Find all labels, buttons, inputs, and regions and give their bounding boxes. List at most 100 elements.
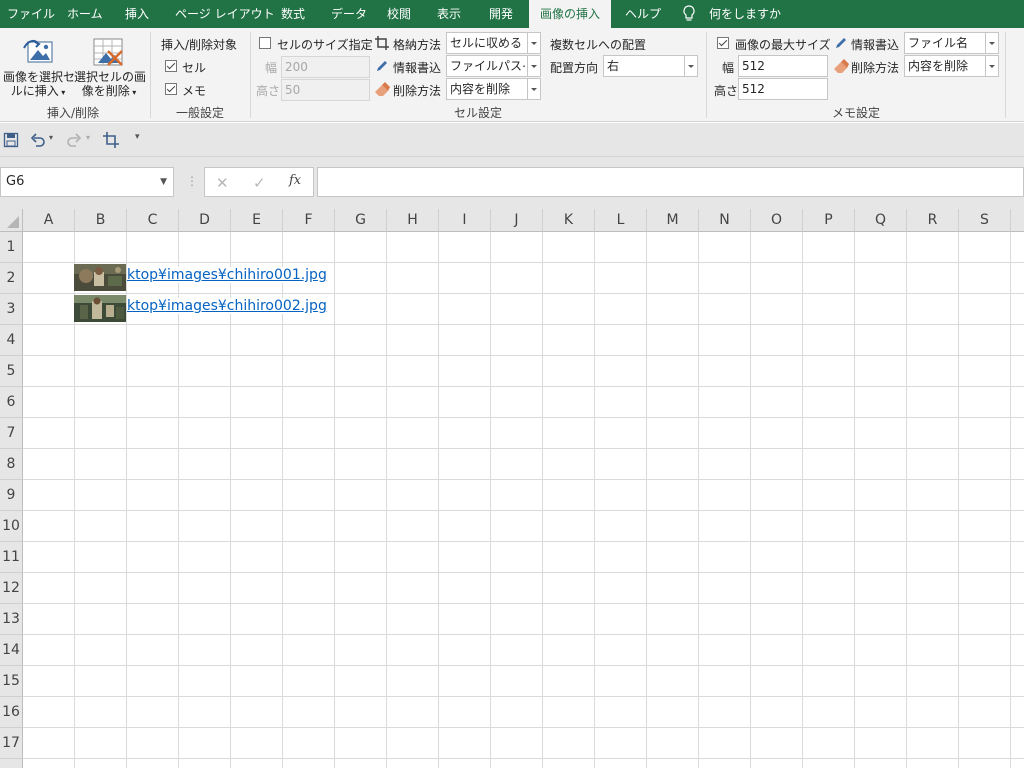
column-header[interactable]: L <box>595 209 647 232</box>
undo-icon[interactable] <box>30 132 46 148</box>
insert-image-button[interactable]: 画像を選択セ ルに挿入 ▾ <box>3 70 76 100</box>
cell-width-input[interactable]: 200 <box>281 56 370 78</box>
gridline <box>23 479 1024 480</box>
column-header[interactable]: E <box>231 209 283 232</box>
image-path-link[interactable]: ktop¥images¥chihiro002.jpg <box>127 298 327 314</box>
gridline <box>23 293 1024 294</box>
target-memo-checkbox[interactable] <box>165 83 177 95</box>
dropdown-arrow-icon <box>527 79 540 99</box>
image-thumbnail[interactable] <box>74 295 126 322</box>
column-header[interactable]: O <box>751 209 803 232</box>
crop-icon[interactable] <box>103 132 119 148</box>
tab-insert-image[interactable]: 画像の挿入 <box>529 0 611 28</box>
tab-developer[interactable]: 開発 <box>489 0 513 28</box>
tab-page-layout[interactable]: ページ レイアウト <box>175 0 275 28</box>
column-header[interactable]: K <box>543 209 595 232</box>
column-header[interactable]: S <box>959 209 1011 232</box>
name-box-dropdown-icon[interactable]: ▼ <box>160 168 167 196</box>
gridline <box>594 232 595 768</box>
name-box[interactable]: G6 ▼ <box>0 167 174 197</box>
insert-image-icon <box>22 36 56 68</box>
tell-me-search[interactable]: 何をしますか <box>709 0 781 28</box>
insert-function-icon[interactable]: fx <box>289 173 301 188</box>
eraser-icon <box>833 58 849 74</box>
tab-formulas[interactable]: 数式 <box>281 0 305 28</box>
row-header[interactable]: 9 <box>0 480 23 511</box>
row-header[interactable]: 7 <box>0 418 23 449</box>
column-header[interactable]: D <box>179 209 231 232</box>
column-header[interactable]: Q <box>855 209 907 232</box>
column-header[interactable]: B <box>75 209 127 232</box>
memo-delete-dropdown[interactable]: 内容を削除 <box>904 55 999 77</box>
column-header[interactable]: P <box>803 209 855 232</box>
cancel-icon[interactable]: ✕ <box>216 174 229 192</box>
delete-method-dropdown[interactable]: 内容を削除 <box>446 78 541 100</box>
row-header[interactable]: 15 <box>0 666 23 697</box>
gridline <box>23 448 1024 449</box>
worksheet-grid[interactable]: A B C D E F G H I J K L M N O P Q R S 1 … <box>0 209 1024 768</box>
column-header[interactable]: N <box>699 209 751 232</box>
tab-data[interactable]: データ <box>331 0 367 28</box>
image-path-link[interactable]: ktop¥images¥chihiro001.jpg <box>127 267 327 283</box>
row-header[interactable]: 14 <box>0 635 23 666</box>
column-header[interactable]: G <box>335 209 387 232</box>
column-header[interactable]: A <box>23 209 75 232</box>
gridline <box>23 634 1024 635</box>
image-thumbnail[interactable] <box>74 264 126 291</box>
quick-access-toolbar: ▾ ▾ ▾ <box>0 123 1024 157</box>
gridline <box>23 727 1024 728</box>
row-header[interactable]: 11 <box>0 542 23 573</box>
tab-help[interactable]: ヘルプ <box>625 0 661 28</box>
memo-width-input[interactable]: 512 <box>738 55 828 77</box>
target-cell-checkbox[interactable] <box>165 60 177 72</box>
row-header[interactable]: 13 <box>0 604 23 635</box>
column-header[interactable]: C <box>127 209 179 232</box>
row-header[interactable]: 17 <box>0 728 23 759</box>
undo-dropdown-icon[interactable]: ▾ <box>49 133 53 142</box>
row-header[interactable]: 4 <box>0 325 23 356</box>
column-header[interactable]: I <box>439 209 491 232</box>
select-all-corner[interactable] <box>0 209 23 232</box>
save-icon[interactable] <box>3 132 19 148</box>
memo-info-value: ファイル名 <box>908 36 969 50</box>
formula-bar-more-icon[interactable]: ⋮ <box>186 174 198 188</box>
redo-icon[interactable] <box>66 132 82 148</box>
memo-height-input[interactable]: 512 <box>738 78 828 100</box>
cell-size-checkbox[interactable] <box>259 37 271 49</box>
column-header[interactable]: J <box>491 209 543 232</box>
redo-dropdown-icon[interactable]: ▾ <box>86 133 90 142</box>
direction-dropdown[interactable]: 右 <box>603 55 698 77</box>
column-header[interactable]: M <box>647 209 699 232</box>
row-header[interactable]: 2 <box>0 263 23 294</box>
enter-icon[interactable]: ✓ <box>253 174 266 192</box>
tab-file[interactable]: ファイル <box>7 0 55 28</box>
row-header[interactable]: 1 <box>0 232 23 263</box>
column-header-partial <box>1011 209 1024 232</box>
cell-height-input[interactable]: 50 <box>281 79 370 101</box>
formula-input[interactable] <box>317 167 1024 197</box>
gridline <box>750 232 751 768</box>
tab-home[interactable]: ホーム <box>67 0 103 28</box>
insert-image-button-label-1: 画像を選択セ <box>3 70 76 84</box>
row-header[interactable]: 5 <box>0 356 23 387</box>
memo-info-dropdown[interactable]: ファイル名 <box>904 32 999 54</box>
column-header[interactable]: H <box>387 209 439 232</box>
delete-image-button[interactable]: 選択セルの画 像を削除 ▾ <box>74 70 146 100</box>
customize-qat-icon[interactable]: ▾ <box>135 132 140 142</box>
row-header[interactable]: 6 <box>0 387 23 418</box>
storage-dropdown[interactable]: セルに収める <box>446 32 541 54</box>
max-size-checkbox[interactable] <box>717 37 729 49</box>
row-header[interactable]: 10 <box>0 511 23 542</box>
column-header[interactable]: R <box>907 209 959 232</box>
row-header[interactable]: 3 <box>0 294 23 325</box>
column-header[interactable]: F <box>283 209 335 232</box>
gridline <box>438 232 439 768</box>
tab-insert[interactable]: 挿入 <box>125 0 149 28</box>
tab-view[interactable]: 表示 <box>437 0 461 28</box>
row-header[interactable]: 16 <box>0 697 23 728</box>
lightbulb-icon[interactable] <box>682 0 698 28</box>
row-header[interactable]: 12 <box>0 573 23 604</box>
info-dropdown[interactable]: ファイルパス⋯ <box>446 55 541 77</box>
tab-review[interactable]: 校閲 <box>387 0 411 28</box>
row-header[interactable]: 8 <box>0 449 23 480</box>
